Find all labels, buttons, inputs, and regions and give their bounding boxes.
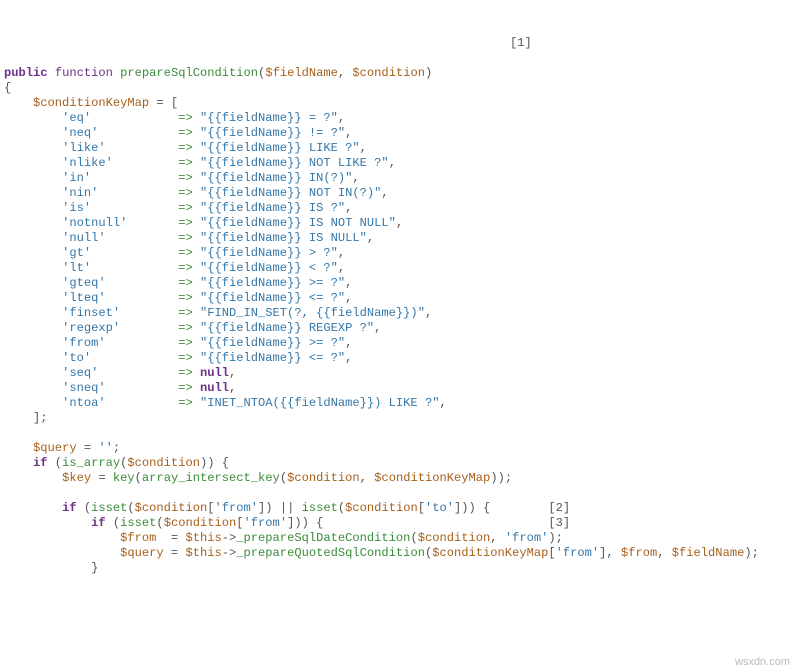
code-block: public function prepareSqlCondition($fie…: [4, 66, 796, 576]
watermark: wsxdn.com: [735, 655, 790, 670]
